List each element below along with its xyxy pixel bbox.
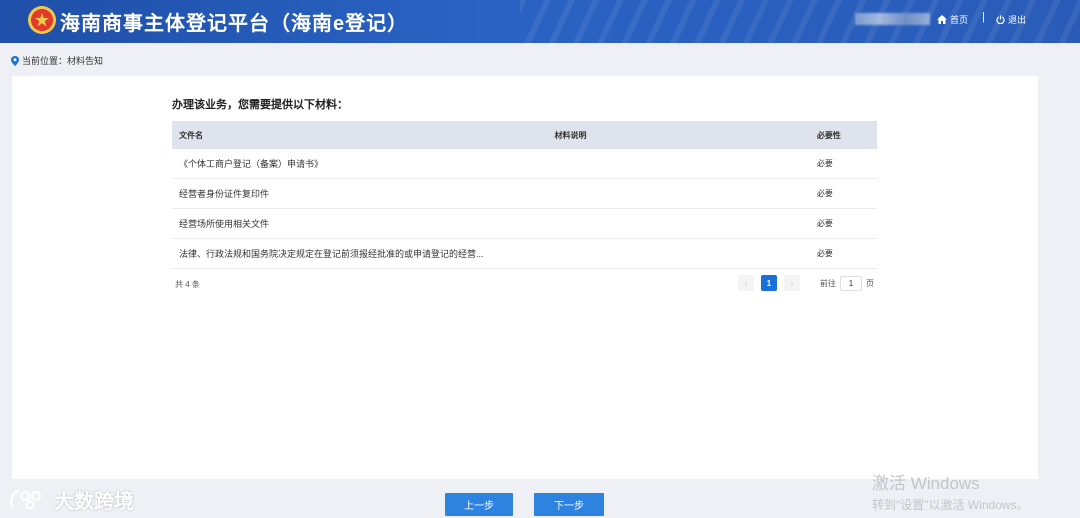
column-header-filename: 文件名	[179, 130, 203, 140]
row-necessity: 必要	[815, 238, 877, 269]
breadcrumb-text: 当前位置：材料告知	[22, 56, 104, 66]
power-icon	[996, 14, 1005, 24]
row-necessity: 必要	[815, 149, 877, 179]
column-header-necessity: 必要性	[816, 130, 841, 140]
row-description	[553, 178, 816, 209]
top-header: 海南商事主体登记平台（海南e登记） 首页 | 退出	[0, 0, 1080, 43]
prev-page-button[interactable]: ‹	[738, 275, 754, 291]
location-pin-icon	[11, 55, 19, 66]
watermark: 大数跨境	[8, 485, 134, 514]
page-jumper: 前往 页	[820, 276, 874, 291]
home-link[interactable]: 首页	[937, 12, 968, 26]
header-separator: |	[982, 11, 985, 23]
row-filename: 经营者身份证件复印件	[172, 178, 554, 209]
logout-link[interactable]: 退出	[996, 12, 1026, 26]
prev-step-button[interactable]: 上一步	[445, 493, 513, 516]
total-count: 共 4 条	[175, 280, 200, 289]
home-label: 首页	[950, 14, 969, 25]
row-filename: 法律、行政法规和国务院决定规定在登记前须报经批准的或申请登记的经营...	[172, 238, 554, 269]
next-page-button[interactable]: ›	[784, 275, 800, 291]
row-description	[553, 149, 816, 179]
logout-label: 退出	[1008, 14, 1027, 25]
site-title: 海南商事主体登记平台（海南e登记）	[60, 13, 409, 35]
row-description	[553, 208, 816, 239]
activation-subtitle: 转到"设置"以激活 Windows。	[872, 498, 1029, 512]
row-description	[553, 238, 816, 269]
table-row: 《个体工商户登记（备案）申请书》 必要	[172, 149, 877, 179]
username-blurred	[855, 13, 930, 25]
breadcrumb: 当前位置：材料告知	[11, 54, 103, 67]
watermark-text: 大数跨境	[54, 491, 134, 513]
goto-label: 前往	[820, 279, 836, 288]
chevron-left-icon: ‹	[744, 278, 748, 288]
page-unit-label: 页	[866, 279, 874, 288]
row-necessity: 必要	[815, 208, 877, 239]
home-icon	[937, 14, 947, 24]
activation-title: 激活 Windows	[872, 474, 980, 493]
page-heading: 办理该业务，您需要提供以下材料：	[172, 99, 348, 111]
windows-activation-notice: 激活 Windows 转到"设置"以激活 Windows。	[872, 469, 1029, 513]
table-header-row: 文件名 材料说明 必要性	[172, 121, 877, 149]
chevron-right-icon: ›	[790, 278, 794, 288]
next-step-button[interactable]: 下一步	[534, 493, 604, 516]
pagination: ‹ 1 ›	[738, 275, 800, 291]
materials-table: 文件名 材料说明 必要性 《个体工商户登记（备案）申请书》 必要 经营者身份证件…	[172, 121, 877, 269]
row-filename: 经营场所使用相关文件	[172, 208, 554, 239]
watermark-logo-icon	[10, 489, 42, 510]
table-row: 法律、行政法规和国务院决定规定在登记前须报经批准的或申请登记的经营... 必要	[172, 238, 877, 269]
row-necessity: 必要	[815, 178, 877, 209]
column-header-description: 材料说明	[554, 130, 587, 140]
page-number-current[interactable]: 1	[761, 275, 777, 291]
table-row: 经营者身份证件复印件 必要	[172, 178, 877, 209]
emblem-icon	[28, 6, 56, 34]
row-filename: 《个体工商户登记（备案）申请书》	[172, 149, 554, 179]
goto-page-input[interactable]	[840, 276, 862, 291]
table-row: 经营场所使用相关文件 必要	[172, 208, 877, 239]
